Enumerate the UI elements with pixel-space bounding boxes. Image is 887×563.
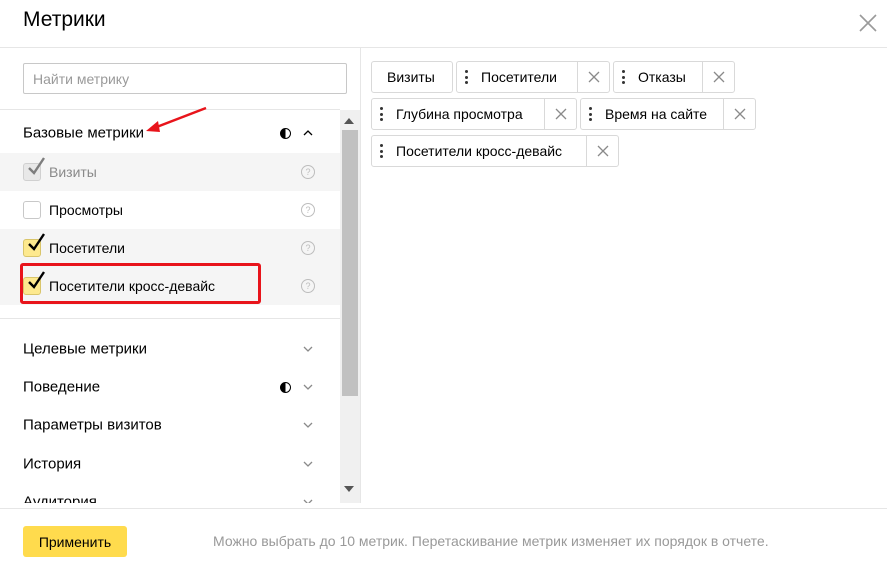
group-label: Базовые метрики [23,124,145,142]
metric-row-visitors[interactable]: Посетители ? [0,229,340,267]
scroll-down-icon[interactable] [344,486,354,492]
chip-visitors[interactable]: Посетители [456,61,610,93]
remove-icon[interactable] [713,71,725,83]
group-label: Аудитория [23,493,97,504]
drag-handle-icon[interactable] [380,144,383,158]
checkmark-icon [28,157,45,175]
group-label: Поведение [23,378,101,396]
chip-time-on-site[interactable]: Время на сайте [580,98,756,130]
chevron-down-icon[interactable] [301,380,315,394]
close-button[interactable] [857,12,879,34]
metrics-scrollbar[interactable] [340,110,360,503]
group-label: Параметры визитов [23,416,162,434]
remove-chip-button[interactable] [702,62,734,92]
help-icon[interactable]: ? [301,241,315,255]
remove-icon[interactable] [597,145,609,157]
drag-handle-icon[interactable] [622,70,625,84]
checkmark-icon [28,271,45,289]
remove-icon[interactable] [734,108,746,120]
half-circle-icon [280,382,291,393]
chevron-down-icon[interactable] [301,342,315,356]
checkmark-icon [28,233,45,251]
remove-icon[interactable] [555,108,567,120]
remove-chip-button[interactable] [577,62,609,92]
group-goal-metrics[interactable]: Целевые метрики [0,330,340,368]
metric-row-pageviews[interactable]: Просмотры ? [0,191,340,229]
annotation-arrow-icon [146,106,207,132]
group-visit-parameters[interactable]: Параметры визитов [0,406,340,444]
drag-handle-icon[interactable] [380,107,383,121]
footer-divider [0,508,887,509]
group-divider [0,318,340,319]
metric-row-cross-device-visitors[interactable]: Посетители кросс-девайс ? [0,267,340,305]
group-label: Целевые метрики [23,340,147,358]
scroll-thumb[interactable] [342,130,358,396]
chip-label: Отказы [638,69,686,85]
remove-icon[interactable] [588,71,600,83]
drag-handle-icon[interactable] [589,107,592,121]
dialog-title: Метрики [23,8,106,31]
metric-checkbox[interactable] [23,233,45,257]
group-audience[interactable]: Аудитория [0,483,340,503]
remove-chip-button[interactable] [586,136,618,166]
chip-label: Визиты [387,69,435,85]
chip-visits: Визиты [371,61,453,93]
chevron-down-icon[interactable] [301,418,315,432]
half-circle-icon [280,128,291,139]
apply-button[interactable]: Применить [23,526,127,557]
scroll-up-icon[interactable] [344,118,354,124]
metric-label: Посетители [49,240,125,256]
chip-label: Глубина просмотра [396,106,523,122]
group-history[interactable]: История [0,445,340,483]
metric-checkbox[interactable] [23,271,45,295]
remove-chip-button[interactable] [544,99,576,129]
header-divider [0,47,887,48]
chip-cross-device-visitors[interactable]: Посетители кросс-девайс [371,135,619,167]
chip-label: Посетители [481,69,557,85]
chip-label: Время на сайте [605,106,708,122]
chip-page-depth[interactable]: Глубина просмотра [371,98,577,130]
help-icon[interactable]: ? [301,165,315,179]
group-behavior[interactable]: Поведение [0,368,340,406]
panel-divider [360,48,361,503]
remove-chip-button[interactable] [723,99,755,129]
metric-row-visits: Визиты ? [0,153,340,191]
help-icon[interactable]: ? [301,279,315,293]
chevron-down-icon[interactable] [301,457,315,471]
help-icon[interactable]: ? [301,203,315,217]
metric-label: Просмотры [49,202,123,218]
chevron-down-icon[interactable] [301,495,315,503]
footer-hint: Можно выбрать до 10 метрик. Перетаскиван… [213,533,769,549]
chip-bounces[interactable]: Отказы [613,61,735,93]
metric-checkbox [23,157,45,181]
group-list-clip: Аудитория [0,483,340,503]
chevron-up-icon[interactable] [301,126,315,140]
metric-label: Посетители кросс-девайс [49,278,216,294]
search-input[interactable] [23,63,347,94]
drag-handle-icon[interactable] [465,70,468,84]
metric-label: Визиты [49,164,97,180]
close-icon[interactable] [857,12,879,34]
chip-label: Посетители кросс-девайс [396,143,563,159]
group-label: История [23,455,82,473]
metric-checkbox[interactable] [23,201,41,219]
